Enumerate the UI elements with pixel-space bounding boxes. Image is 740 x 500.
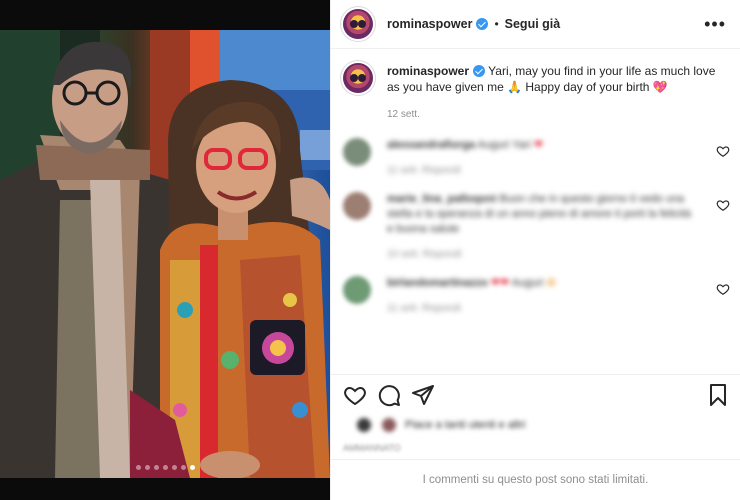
avatar-detail [350,74,358,82]
avatar-detail [350,20,358,28]
comment-item: birlandomartinazzo ❤❤ Auguri ✿ 11 sett. … [331,268,740,322]
share-paper-plane-icon[interactable] [411,383,435,407]
post-modal: rominaspower • Segui già ••• rominaspowe… [0,0,740,500]
comments-limited-notice: I commenti su questo post sono stati lim… [331,459,740,500]
verified-badge-icon [476,18,489,30]
caption-author-avatar[interactable] [343,63,373,93]
header-separator: • [494,17,499,31]
post-action-bar [331,374,740,414]
commenter-avatar[interactable] [343,276,371,304]
carousel-dot [180,465,186,470]
like-comment-heart-icon[interactable] [716,198,730,212]
save-bookmark-icon[interactable] [706,383,730,407]
comment-item: marie_lina_palloqoni Buon che in questo … [331,184,740,268]
comment-text: Auguri Yari [477,139,531,151]
liker-avatar [380,416,398,434]
post-caption: rominaspower Yari, may you find in your … [331,49,740,95]
comment-text: Auguri [511,277,544,289]
comment-bubble-icon[interactable] [377,383,401,407]
carousel-dot [153,465,159,470]
liker-avatar [355,416,373,434]
comment-username[interactable]: birlandomartinazzo [387,277,488,289]
heart-emoji-icon: 💖 [652,80,668,94]
comment-item: alessandrafiorga Auguri Yari ❤ 11 sett. … [331,130,740,184]
likes-summary[interactable]: Piace a tanti utenti e altri [343,416,525,434]
verified-badge-icon [473,65,486,77]
photo-illustration [0,30,330,478]
praying-emoji-icon: 🙏 [507,80,523,94]
post-date: AMMANNATO [343,443,401,453]
comment-body: birlandomartinazzo ❤❤ Auguri ✿ 11 sett. … [387,276,726,316]
commenter-avatar[interactable] [343,192,371,220]
like-heart-icon[interactable] [343,383,367,407]
comment-meta[interactable]: 11 sett. Rispondi [387,301,700,316]
caption-timestamp[interactable]: 12 sett. [387,109,740,120]
flower-emoji-icon: ✿ [546,277,556,289]
likes-text: Piace a tanti utenti e altri [405,419,526,431]
carousel-dot [135,465,141,470]
author-avatar[interactable] [343,9,373,39]
post-photo[interactable] [0,0,330,500]
like-comment-heart-icon[interactable] [716,282,730,296]
heart-emoji-icon: ❤ [533,139,544,151]
comment-body: marie_lina_palloqoni Buon che in questo … [387,192,726,262]
carousel-dots [0,465,330,470]
caption-text: rominaspower Yari, may you find in your … [387,63,726,95]
carousel-dot-active [189,465,195,470]
author-username[interactable]: rominaspower [387,17,472,31]
like-comment-heart-icon[interactable] [716,144,730,158]
heart-emoji-icon: ❤❤ [490,277,510,289]
photo-scene [0,30,330,478]
avatar-detail [358,74,366,82]
comment-username[interactable]: alessandrafiorga [387,139,475,151]
more-horizontal-icon[interactable]: ••• [704,15,726,33]
caption-tail: Happy day of your birth [525,80,650,94]
carousel-dot [162,465,168,470]
comment-meta[interactable]: 10 sett. Rispondi [387,247,700,262]
avatar-detail [358,20,366,28]
carousel-dot [171,465,177,470]
comment-username[interactable]: marie_lina_palloqoni [387,193,496,205]
caption-username[interactable]: rominaspower [387,64,469,78]
comment-meta[interactable]: 11 sett. Rispondi [387,163,700,178]
carousel-dot [144,465,150,470]
commenter-avatar[interactable] [343,138,371,166]
post-details-pane: rominaspower • Segui già ••• rominaspowe… [330,0,740,500]
comment-body: alessandrafiorga Auguri Yari ❤ 11 sett. … [387,138,726,178]
comment-list: alessandrafiorga Auguri Yari ❤ 11 sett. … [331,130,740,322]
follow-status-button[interactable]: Segui già [505,17,561,31]
post-header: rominaspower • Segui già ••• [331,0,740,49]
